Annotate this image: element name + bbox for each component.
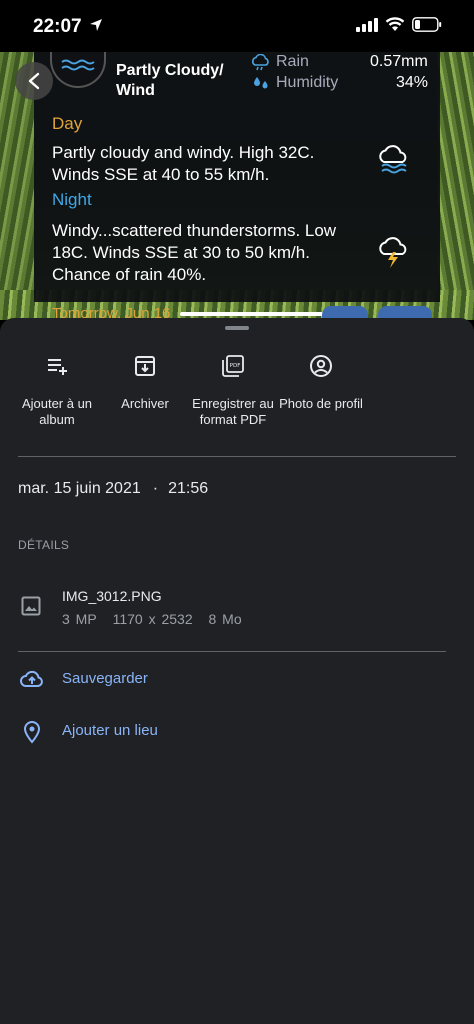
archive-label: Archiver (121, 396, 169, 411)
cellular-signal-icon (356, 18, 378, 32)
capture-date: mar. 15 juin 2021 (18, 480, 141, 497)
date-separator: · (152, 480, 159, 497)
night-label: Night (52, 190, 92, 209)
condition-title: Partly Cloudy/ Wind (116, 62, 224, 99)
capture-time: 21:56 (168, 480, 209, 497)
playlist-add-icon (48, 359, 67, 375)
divider (18, 651, 446, 652)
night-forecast-text: Windy...scattered thunderstorms. Low 18C… (52, 221, 337, 284)
file-resolution: 1170 x 2532 (112, 611, 193, 627)
rain-cloud-icon (252, 54, 269, 71)
rain-label: Rain (276, 53, 309, 70)
thunderstorm-icon (379, 237, 407, 268)
day-forecast-text: Partly cloudy and windy. High 32C. Winds… (52, 143, 315, 184)
save-as-pdf-label: Enregistrer au format PDF (192, 396, 274, 427)
sheet-drag-handle[interactable] (225, 326, 249, 330)
battery-icon (412, 17, 442, 32)
file-size: 8 Mo (208, 611, 242, 627)
archive-button[interactable]: Archiver (99, 354, 191, 412)
status-bar: 22:07 (0, 0, 474, 52)
rain-value: 0.57mm (370, 53, 428, 70)
backup-label: Sauvegarder (62, 670, 148, 687)
status-time: 22:07 (33, 16, 82, 37)
svg-text:PDF: PDF (230, 363, 241, 369)
location-pin-icon (23, 720, 41, 744)
image-icon (21, 596, 41, 616)
cloud-upload-icon (20, 670, 43, 687)
humidity-label: Humidity (276, 74, 339, 91)
day-label: Day (52, 114, 83, 133)
add-to-album-button[interactable]: Ajouter à un album (11, 354, 103, 428)
capture-datetime[interactable]: mar. 15 juin 2021 · 21:56 (18, 480, 208, 498)
file-name: IMG_3012.PNG (62, 588, 162, 604)
account-circle-icon (310, 355, 332, 377)
add-to-album-label: Ajouter à un album (21, 396, 93, 427)
back-button[interactable] (15, 62, 53, 100)
wifi-icon (385, 17, 405, 31)
divider (18, 456, 456, 457)
info-bottom-sheet: Ajouter à un album Archiver PDF Enregist… (0, 318, 474, 1024)
details-header: DÉTAILS (18, 538, 70, 552)
wind-waves-icon (61, 59, 95, 71)
file-metadata: 3 MP 1170 x 2532 8 Mo (62, 611, 252, 627)
save-as-pdf-button[interactable]: PDF Enregistrer au format PDF (187, 354, 279, 428)
humidity-value: 34% (396, 74, 429, 91)
humidity-drops-icon (254, 77, 268, 89)
add-location-label: Ajouter un lieu (62, 722, 158, 739)
profile-photo-label: Photo de profil (279, 396, 363, 411)
grass-right (438, 52, 474, 320)
profile-photo-button[interactable]: Photo de profil (275, 354, 367, 412)
cloud-wind-icon (379, 145, 407, 174)
archive-icon (135, 356, 155, 376)
location-arrow-icon (90, 19, 102, 31)
chevron-left-icon (28, 72, 40, 90)
pdf-icon: PDF (222, 355, 244, 377)
preview-scrubber (180, 312, 324, 316)
file-megapixels: 3 MP (62, 611, 97, 627)
